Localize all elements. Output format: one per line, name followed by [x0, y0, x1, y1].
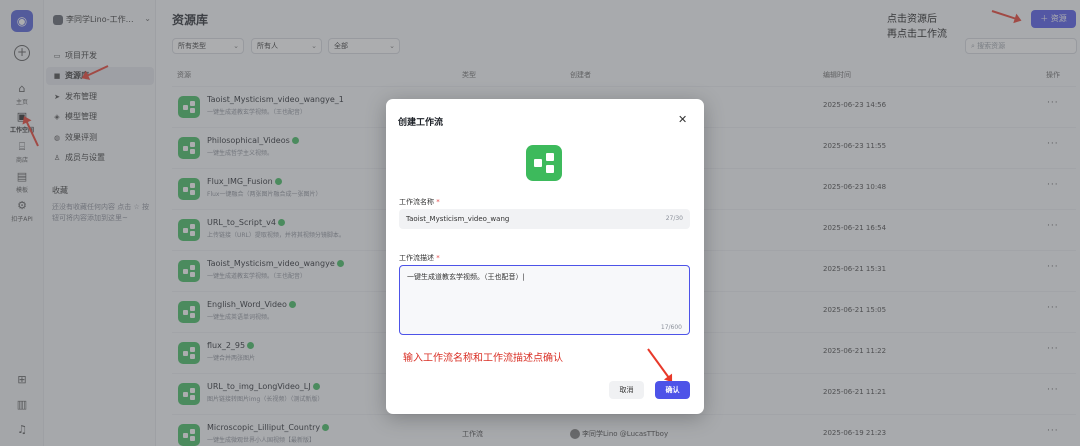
close-icon[interactable]: ✕	[678, 113, 687, 126]
dialog-title: 创建工作流	[398, 118, 444, 128]
workflow-icon[interactable]	[526, 145, 562, 181]
workflow-name-value: Taoist_Mysticism_video_wang	[406, 215, 510, 223]
text-cursor: |	[522, 273, 525, 281]
name-label-text: 工作流名称	[399, 198, 434, 206]
confirm-button[interactable]: 确认	[655, 381, 690, 399]
name-char-count: 27/30	[665, 215, 683, 222]
annotation-hint: 输入工作流名称和工作流描述点确认	[403, 353, 563, 364]
desc-char-count: 17/600	[660, 324, 682, 331]
required-mark: *	[436, 254, 440, 262]
desc-label-text: 工作流描述	[399, 254, 434, 262]
cancel-button[interactable]: 取消	[609, 381, 644, 399]
name-field-label: 工作流名称 *	[399, 197, 440, 207]
create-workflow-dialog: 创建工作流 ✕ 工作流名称 * Taoist_Mysticism_video_w…	[386, 99, 704, 414]
workflow-description-field[interactable]: 一键生成道教玄学视频。（王也配音）| 17/600	[399, 265, 690, 335]
annotation-arrow	[647, 348, 672, 381]
workflow-name-field[interactable]: Taoist_Mysticism_video_wang 27/30	[399, 209, 690, 229]
workflow-description-value: 一键生成道教玄学视频。（王也配音）	[407, 273, 523, 281]
required-mark: *	[436, 198, 440, 206]
desc-field-label: 工作流描述 *	[399, 253, 440, 263]
